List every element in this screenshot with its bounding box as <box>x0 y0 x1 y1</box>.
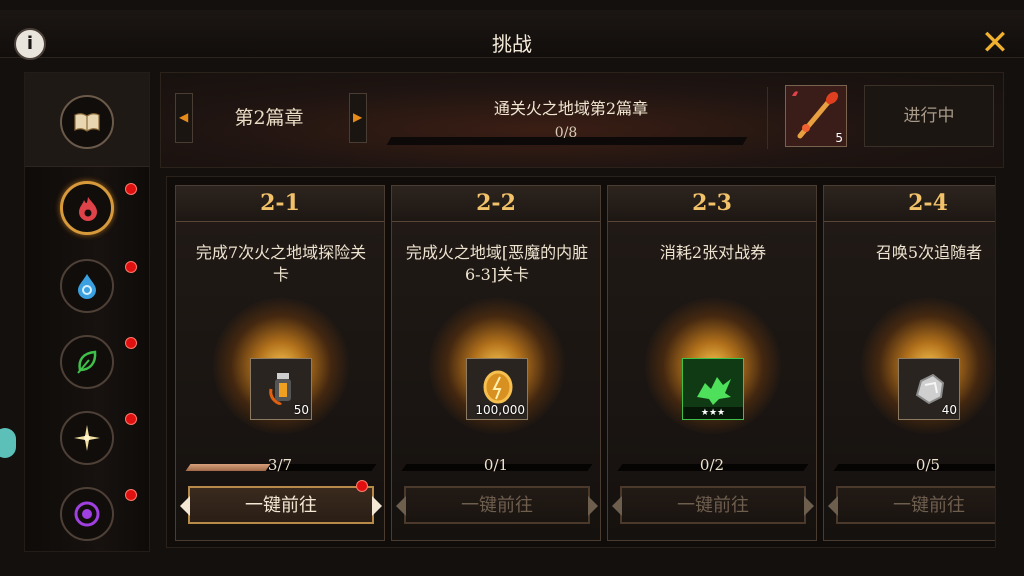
chevron-left-icon <box>612 496 622 516</box>
sidebar-item-water[interactable] <box>60 259 114 313</box>
fire-notification-dot <box>125 183 137 195</box>
go-button[interactable]: 一键前往 <box>396 486 598 524</box>
sidebar-item-fire[interactable] <box>60 181 114 235</box>
chapter-name: 第2篇章 <box>234 107 304 129</box>
chevron-right-icon <box>372 496 382 516</box>
mission-progress-text: 0/5 <box>915 456 941 474</box>
mission-progress-text: 0/2 <box>699 456 725 474</box>
sidebar-item-dark[interactable] <box>60 487 114 541</box>
sidebar-item-book[interactable] <box>25 73 149 167</box>
mission-number: 2-4 <box>908 190 948 216</box>
mission-description: 完成火之地域[恶魔的内脏6-3]关卡 <box>405 243 589 284</box>
reward-item[interactable]: ★★★ <box>682 358 744 420</box>
mission-card: 2-1 完成7次火之地域探险关卡 50 3/7 一键前往 <box>175 185 385 541</box>
go-button[interactable]: 一键前往 <box>180 480 382 524</box>
mission-progress-text: 0/1 <box>483 456 509 474</box>
chapter-bar: ◀ 第2篇章 ▶ 通关火之地域第2篇章 0/8 5 进行中 <box>160 72 1004 168</box>
water-element-icon <box>78 274 96 299</box>
go-button-label: 一键前往 <box>677 495 749 516</box>
light-notification-dot <box>125 413 137 425</box>
chevron-right-icon <box>804 496 814 516</box>
chevron-left-icon <box>828 496 838 516</box>
divider <box>767 87 768 149</box>
chapter-goal: 通关火之地域第2篇章 <box>493 99 649 118</box>
mission-card-list: 2-1 完成7次火之地域探险关卡 50 3/7 一键前往 2-2 完成火之地域[… <box>166 176 996 548</box>
leaf-element-icon <box>77 350 97 374</box>
mission-card: 2-2 完成火之地域[恶魔的内脏6-3]关卡 100,000 0/1 一键前往 <box>391 185 601 541</box>
mission-description: 完成7次火之地域探险关卡 <box>195 243 367 284</box>
chevron-left-icon <box>180 496 190 516</box>
mission-card: 2-4 召唤5次追随者 40 0/5 一键前往 <box>823 185 995 541</box>
mission-number: 2-1 <box>260 190 300 216</box>
sidebar-item-light[interactable] <box>60 411 114 465</box>
go-button[interactable]: 一键前往 <box>612 486 814 524</box>
mission-number: 2-3 <box>692 190 732 216</box>
top-bar: i 挑战 ✕ <box>0 10 1024 60</box>
chapter-progress-text: 0/8 <box>554 125 578 141</box>
element-sidebar <box>24 72 150 552</box>
go-button-label: 一键前往 <box>245 495 317 516</box>
go-button-label: 一键前往 <box>461 495 533 516</box>
close-icon[interactable]: ✕ <box>978 26 1012 60</box>
book-icon <box>60 95 114 149</box>
go-button[interactable]: 一键前往 <box>828 486 995 524</box>
mission-description: 消耗2张对战券 <box>659 243 767 262</box>
chapter-status-button[interactable]: 进行中 <box>864 85 994 147</box>
card-header: 2-1 <box>176 186 384 222</box>
mission-number: 2-2 <box>476 190 516 216</box>
chevron-left-icon <box>396 496 406 516</box>
reward-item[interactable]: 100,000 <box>466 358 528 420</box>
next-chapter-button[interactable]: ▶ <box>349 93 367 143</box>
nature-notification-dot <box>125 337 137 349</box>
page-title: 挑战 <box>492 32 532 56</box>
reward-quantity: 100,000 <box>475 403 525 417</box>
card-header: 2-4 <box>824 186 995 222</box>
card-header: 2-2 <box>392 186 600 222</box>
mission-card: 2-3 消耗2张对战券 ★★★ 0/2 一键前往 <box>607 185 817 541</box>
rarity-stars: ★★★ <box>683 407 743 419</box>
water-notification-dot <box>125 261 137 273</box>
card-header: 2-3 <box>608 186 816 222</box>
reward-item[interactable]: 50 <box>250 358 312 420</box>
chapter-reward-item[interactable]: 5 <box>785 85 847 147</box>
reward-item[interactable]: 40 <box>898 358 960 420</box>
go-button-label: 一键前往 <box>893 495 965 516</box>
chevron-right-icon <box>588 496 598 516</box>
floating-assist-tab[interactable] <box>0 428 16 458</box>
arrow-right-icon: ▶ <box>353 110 363 124</box>
dark-notification-dot <box>125 489 137 501</box>
notification-dot <box>356 480 368 492</box>
sidebar-item-nature[interactable] <box>60 335 114 389</box>
reward-quantity: 5 <box>835 131 843 145</box>
fire-element-icon <box>79 197 97 221</box>
reward-quantity: 50 <box>293 403 309 417</box>
mission-description: 召唤5次追随者 <box>875 243 983 262</box>
sun-element-icon <box>74 425 100 451</box>
dark-element-icon <box>74 501 100 527</box>
arrow-left-icon: ◀ <box>179 110 189 124</box>
reward-quantity: 40 <box>941 403 957 417</box>
mission-progress-text: 3/7 <box>267 456 293 474</box>
